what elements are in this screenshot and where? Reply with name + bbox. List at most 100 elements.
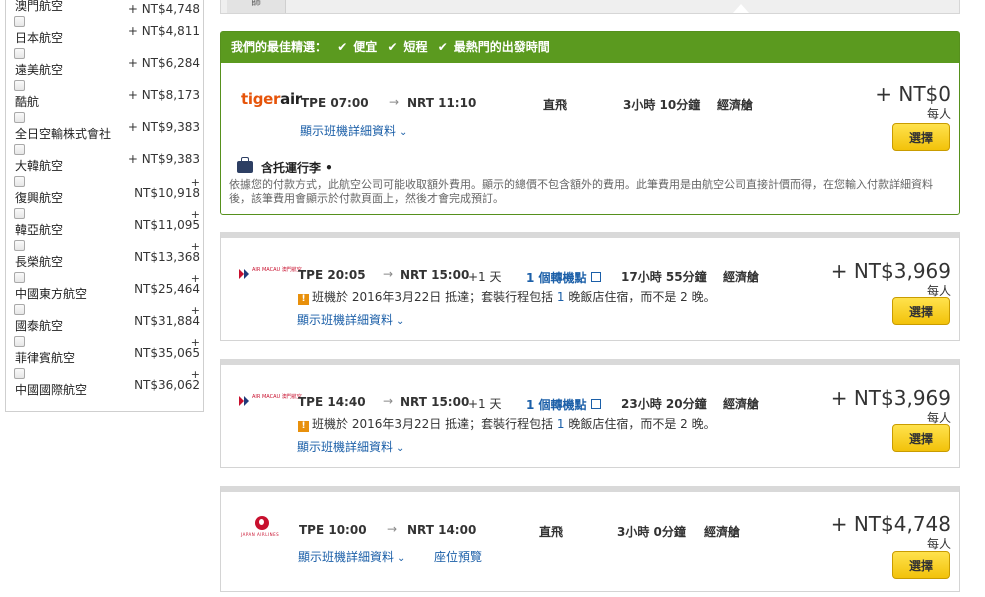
cabin-class: 經濟艙 xyxy=(704,525,741,539)
departure: TPE 20:05 xyxy=(298,268,366,282)
price: + NT$0 xyxy=(875,82,951,106)
sort-tab[interactable]: 篩 xyxy=(227,0,286,13)
tag-cheap: 便宜 xyxy=(353,40,378,54)
airline-filter-item[interactable]: 遠美航空 + NT$6,284 xyxy=(14,48,200,77)
airline-checkbox[interactable] xyxy=(14,80,25,91)
select-button[interactable]: 選擇 xyxy=(892,297,950,325)
airline-price: + NT$9,383 xyxy=(127,120,200,134)
airline-name: 菲律賓航空 xyxy=(15,351,76,365)
airline-price: NT$13,368 xyxy=(134,250,200,264)
arrival-warning: ! 班機於 2016年3月22日 抵達；套裝行程包括 1 晚飯店住宿，而不是 2 … xyxy=(298,415,716,432)
airline-filter-item[interactable]: 大韓航空 + NT$9,383 xyxy=(14,144,200,173)
airline-filter-item[interactable]: + 中國東方航空 NT$25,464 xyxy=(14,272,200,301)
arrival-warning: ! 班機於 2016年3月22日 抵達；套裝行程包括 1 晚飯店住宿，而不是 2 … xyxy=(298,288,716,305)
select-button[interactable]: 選擇 xyxy=(892,424,950,452)
stops: 直飛 xyxy=(543,98,568,112)
airline-checkbox[interactable] xyxy=(14,304,25,315)
airline-filter-item[interactable]: 全日空輸株式會社 + NT$9,383 xyxy=(14,112,200,141)
baggage-info: 含托運行李 • xyxy=(237,157,333,176)
airline-name: 澳門航空 xyxy=(15,0,64,13)
stops-link[interactable]: 1 個轉機點 xyxy=(526,396,601,413)
cabin-class: 經濟艙 xyxy=(717,98,754,112)
airline-price: + NT$9,383 xyxy=(127,152,200,166)
flight-details-link[interactable]: 顯示班機詳細資料 ⌄ xyxy=(297,438,404,455)
airline-filter-item: 澳門航空 + NT$4,748 xyxy=(14,0,200,16)
airline-checkbox[interactable] xyxy=(14,112,25,123)
airline-price: NT$11,095 xyxy=(134,218,200,232)
airline-filter-item[interactable]: + 國泰航空 NT$31,884 xyxy=(14,304,200,333)
airline-filter-item[interactable]: + 韓亞航空 NT$11,095 xyxy=(14,208,200,237)
chevron-down-icon: ⌄ xyxy=(399,127,408,138)
arrival: NRT 15:00 xyxy=(400,395,470,409)
airline-name: 日本航空 xyxy=(15,31,64,45)
warning-icon: ! xyxy=(298,421,309,432)
airline-filter-item[interactable]: + 長榮航空 NT$13,368 xyxy=(14,240,200,269)
airline-price: + NT$6,284 xyxy=(127,56,200,70)
tigerair-logo: tigerair xyxy=(241,90,302,108)
airline-filter-item[interactable]: 日本航空 + NT$4,811 xyxy=(14,16,200,45)
external-window-icon xyxy=(590,399,601,409)
arrow-right-icon: → xyxy=(383,267,394,281)
best-pick-header: 我們的最佳精選： ✔ 便宜 ✔ 短程 ✔ 最熱門的出發時間 xyxy=(221,32,959,63)
flight-details-link[interactable]: 顯示班機詳細資料 ⌄ xyxy=(297,311,404,328)
flight-result-card: JAPAN AIRLINES TPE 10:00 → NRT 14:00 直飛 … xyxy=(220,486,960,592)
airline-price: + NT$4,811 xyxy=(127,24,200,38)
airline-filter-item[interactable]: + 菲律賓航空 NT$35,065 xyxy=(14,336,200,365)
flight-result-card: AIR MACAU 澳門航空 TPE 14:40 → NRT 15:00 +1 … xyxy=(220,359,960,468)
airline-checkbox[interactable] xyxy=(14,176,25,187)
duration: 3小時 10分鐘 xyxy=(623,98,701,112)
external-window-icon xyxy=(590,272,601,282)
airline-checkbox[interactable] xyxy=(14,240,25,251)
plus-day: +1 天 xyxy=(468,270,502,284)
tag-popular-time: 最熱門的出發時間 xyxy=(453,40,550,54)
flight-details-link[interactable]: 顯示班機詳細資料 ⌄ xyxy=(298,548,405,565)
airline-price: NT$25,464 xyxy=(134,282,200,296)
arrival: NRT 11:10 xyxy=(407,96,477,110)
best-pick-title: 我們的最佳精選： xyxy=(231,40,328,54)
airline-price: NT$36,062 xyxy=(134,378,200,392)
airline-price: NT$31,884 xyxy=(134,314,200,328)
sort-tab-strip: 篩 xyxy=(220,0,960,14)
airline-price: NT$10,918 xyxy=(134,186,200,200)
select-button[interactable]: 選擇 xyxy=(892,551,950,579)
airline-name: 韓亞航空 xyxy=(15,223,64,237)
arrow-right-icon: → xyxy=(389,95,400,109)
departure: TPE 10:00 xyxy=(299,523,367,537)
air-macau-logo: AIR MACAU 澳門航空 xyxy=(239,394,302,409)
air-macau-logo: AIR MACAU 澳門航空 xyxy=(239,267,302,282)
airline-price: + NT$8,173 xyxy=(127,88,200,102)
japan-airlines-logo: JAPAN AIRLINES xyxy=(241,516,287,538)
flight-details-link[interactable]: 顯示班機詳細資料 ⌄ xyxy=(300,122,407,139)
airline-name: 遠美航空 xyxy=(15,63,64,77)
airline-name: 長榮航空 xyxy=(15,255,64,269)
airline-checkbox[interactable] xyxy=(14,48,25,59)
arrow-right-icon: → xyxy=(383,394,394,408)
airline-filter-item[interactable]: + 復興航空 NT$10,918 xyxy=(14,176,200,205)
stops-link[interactable]: 1 個轉機點 xyxy=(526,269,601,286)
airline-checkbox[interactable] xyxy=(14,144,25,155)
airline-name: 全日空輸株式會社 xyxy=(15,127,112,141)
airline-name: 國泰航空 xyxy=(15,319,64,333)
duration: 23小時 20分鐘 xyxy=(621,397,707,411)
per-person-label: 每人 xyxy=(926,107,951,121)
check-icon: ✔ xyxy=(437,40,448,54)
airline-checkbox[interactable] xyxy=(14,272,25,283)
airline-price: + NT$4,748 xyxy=(127,2,200,16)
tag-short: 短程 xyxy=(403,40,428,54)
chevron-down-icon: ⌄ xyxy=(396,443,405,454)
airline-checkbox[interactable] xyxy=(14,368,25,379)
departure: TPE 14:40 xyxy=(298,395,366,409)
airline-checkbox[interactable] xyxy=(14,208,25,219)
cabin-class: 經濟艙 xyxy=(723,397,760,411)
airline-filter-item[interactable]: + 中國國際航空 NT$36,062 xyxy=(14,368,200,397)
price: + NT$4,748 xyxy=(830,512,951,536)
seat-preview-link[interactable]: 座位預覽 xyxy=(434,548,482,565)
per-person-label: 每人 xyxy=(926,537,951,551)
extra-fee-notice: 依據您的付款方式，此航空公司可能收取額外費用。顯示的總價不包含額外的費用。此筆費… xyxy=(229,178,933,205)
duration: 3小時 0分鐘 xyxy=(617,525,686,539)
select-button[interactable]: 選擇 xyxy=(892,123,950,151)
airline-checkbox[interactable] xyxy=(14,336,25,347)
airline-checkbox[interactable] xyxy=(14,16,25,27)
airline-filter-item[interactable]: 酷航 + NT$8,173 xyxy=(14,80,200,109)
airline-filter-panel: 澳門航空 + NT$4,748 日本航空 + NT$4,811 遠美航空 + N… xyxy=(5,0,204,412)
